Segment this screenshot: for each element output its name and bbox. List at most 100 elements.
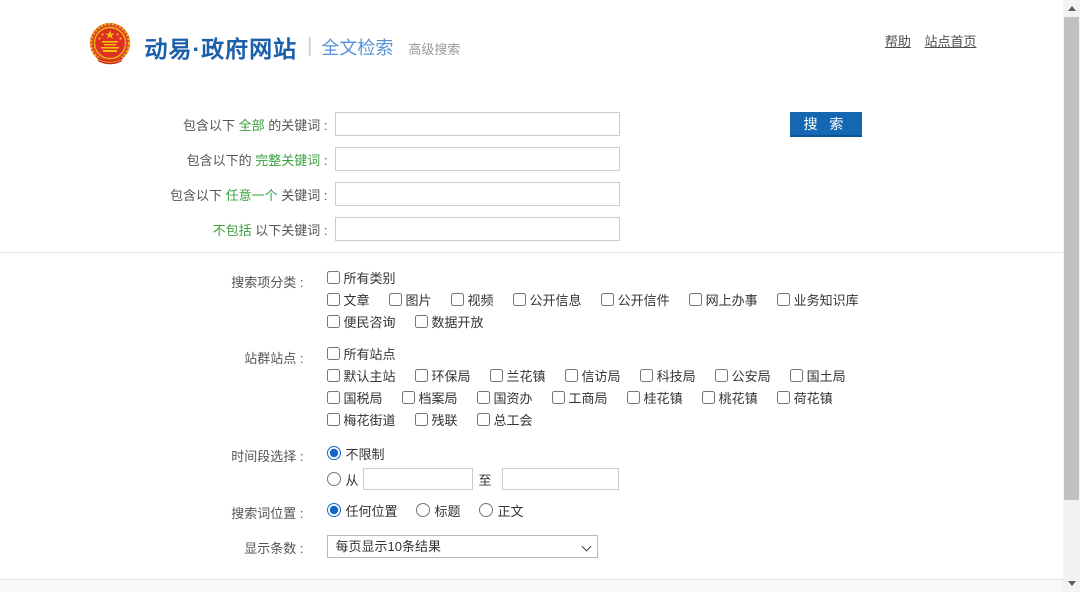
checkbox[interactable] (327, 293, 340, 306)
date-to-input[interactable] (502, 468, 619, 490)
checkbox[interactable] (513, 293, 526, 306)
site-checkbox[interactable]: 科技局 (640, 366, 696, 385)
site-checkbox[interactable]: 残联 (415, 410, 458, 429)
radio[interactable] (479, 503, 493, 517)
site-checkbox[interactable]: 公安局 (715, 366, 771, 385)
title-separator: | (307, 35, 312, 58)
checkbox-label: 所有站点 (344, 344, 396, 363)
category-checkbox[interactable]: 数据开放 (415, 312, 484, 331)
checkbox[interactable] (627, 391, 640, 404)
page-size-select[interactable]: 每页显示10条结果 (327, 535, 598, 558)
checkbox[interactable] (327, 391, 340, 404)
site-home-link[interactable]: 站点首页 (924, 34, 976, 49)
keyword-label-all: 包含以下 全部 的关键词 : (87, 115, 335, 134)
category-checkbox[interactable]: 便民咨询 (327, 312, 396, 331)
radio[interactable] (416, 503, 430, 517)
checkbox[interactable] (415, 413, 428, 426)
checkbox[interactable] (402, 391, 415, 404)
time-range-radio[interactable]: 从 (327, 470, 359, 489)
keyword-input-all[interactable] (335, 112, 620, 136)
date-from-input[interactable] (363, 468, 473, 490)
checkbox[interactable] (640, 369, 653, 382)
category-checkbox-all[interactable]: 所有类别 (327, 268, 396, 287)
checkbox[interactable] (327, 413, 340, 426)
category-checkbox[interactable]: 视频 (451, 290, 494, 309)
checkbox[interactable] (689, 293, 702, 306)
date-to-label: 至 (479, 470, 492, 489)
site-checkbox[interactable]: 信访局 (565, 366, 621, 385)
site-checkbox[interactable]: 桂花镇 (627, 388, 683, 407)
site-checkbox[interactable]: 国税局 (327, 388, 383, 407)
site-checkbox[interactable]: 荷花镇 (777, 388, 833, 407)
site-checkbox[interactable]: 默认主站 (327, 366, 396, 385)
advanced-search-label: 高级搜索 (408, 39, 460, 58)
scrollbar-thumb[interactable] (1064, 17, 1079, 500)
checkbox[interactable] (327, 315, 340, 328)
search-button[interactable]: 搜 索 (790, 112, 862, 137)
category-checkbox[interactable]: 业务知识库 (777, 290, 859, 309)
checkbox[interactable] (790, 369, 803, 382)
checkbox[interactable] (552, 391, 565, 404)
help-link[interactable]: 帮助 (885, 34, 911, 49)
site-checkbox[interactable]: 工商局 (552, 388, 608, 407)
site-checkbox[interactable]: 国土局 (790, 366, 846, 385)
checkbox[interactable] (565, 369, 578, 382)
sites-section-label: 站群站点 : (87, 345, 304, 433)
keyword-form: 包含以下 全部 的关键词 : 包含以下的 完整关键词 : 包含以下 任意一个 关… (87, 112, 977, 241)
radio[interactable] (327, 472, 341, 486)
checkbox[interactable] (327, 347, 340, 360)
position-anywhere-radio[interactable]: 任何位置 (327, 501, 398, 520)
site-checkbox[interactable]: 梅花街道 (327, 410, 396, 429)
keyword-label-any: 包含以下 任意一个 关键词 : (87, 185, 335, 204)
checkbox-label: 档案局 (419, 388, 458, 407)
checkbox[interactable] (451, 293, 464, 306)
checkbox-label: 残联 (432, 410, 458, 429)
category-checkbox[interactable]: 公开信息 (513, 290, 582, 309)
site-checkbox[interactable]: 桃花镇 (702, 388, 758, 407)
position-body-radio[interactable]: 正文 (479, 501, 524, 520)
checkbox[interactable] (490, 369, 503, 382)
checkbox-label: 便民咨询 (344, 312, 396, 331)
keyword-input-exclude[interactable] (335, 217, 620, 241)
site-checkbox[interactable]: 总工会 (477, 410, 533, 429)
checkbox[interactable] (327, 271, 340, 284)
radio[interactable] (327, 503, 341, 517)
checkbox[interactable] (415, 315, 428, 328)
position-title-radio[interactable]: 标题 (416, 501, 461, 520)
site-checkbox[interactable]: 档案局 (402, 388, 458, 407)
checkbox-label: 网上办事 (706, 290, 758, 309)
checkbox-label: 环保局 (432, 366, 471, 385)
checkbox[interactable] (415, 369, 428, 382)
checkbox[interactable] (477, 391, 490, 404)
checkbox-label: 梅花街道 (344, 410, 396, 429)
checkbox-label: 国资办 (494, 388, 533, 407)
checkbox[interactable] (389, 293, 402, 306)
checkbox-label: 业务知识库 (794, 290, 859, 309)
category-checkbox[interactable]: 文章 (327, 290, 370, 309)
checkbox[interactable] (715, 369, 728, 382)
checkbox-label: 数据开放 (432, 312, 484, 331)
top-links: 帮助 站点首页 (875, 31, 977, 50)
keyword-input-any[interactable] (335, 182, 620, 206)
category-section: 搜索项分类 : 所有类别 文章 图片 视频 公开信息 公开信件 网上办事 业 (87, 269, 977, 335)
checkbox[interactable] (777, 293, 790, 306)
checkbox[interactable] (601, 293, 614, 306)
site-checkbox-all[interactable]: 所有站点 (327, 344, 396, 363)
browser-scrollbar[interactable] (1063, 0, 1080, 592)
scroll-down-arrow-icon[interactable] (1063, 575, 1080, 592)
checkbox[interactable] (327, 369, 340, 382)
time-unlimited-radio[interactable]: 不限制 (327, 444, 385, 463)
site-checkbox[interactable]: 国资办 (477, 388, 533, 407)
site-checkbox[interactable]: 兰花镇 (490, 366, 546, 385)
checkbox-label: 公安局 (732, 366, 771, 385)
category-checkbox[interactable]: 网上办事 (689, 290, 758, 309)
radio[interactable] (327, 446, 341, 460)
keyword-input-exact[interactable] (335, 147, 620, 171)
category-checkbox[interactable]: 图片 (389, 290, 432, 309)
checkbox[interactable] (702, 391, 715, 404)
checkbox[interactable] (777, 391, 790, 404)
category-checkbox[interactable]: 公开信件 (601, 290, 670, 309)
scroll-up-arrow-icon[interactable] (1063, 0, 1080, 17)
checkbox[interactable] (477, 413, 490, 426)
site-checkbox[interactable]: 环保局 (415, 366, 471, 385)
